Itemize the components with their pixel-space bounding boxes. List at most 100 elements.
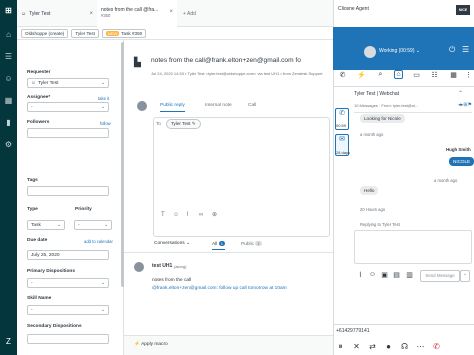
contacts-icon[interactable]: ☷ [430,71,439,79]
requester-field[interactable]: ☺ Tyler Test ⌄ [27,78,109,88]
primary-dispositions-field[interactable]: - ⌄ [27,278,109,288]
conference-icon[interactable]: ☊ [400,342,409,351]
message-bubble-incoming: Hello [360,186,379,195]
count-badge: 1 [218,241,225,246]
home-icon[interactable]: ⌂ [394,70,403,79]
divider [354,112,472,113]
user-icon: ☺ [21,10,27,17]
menu-icon[interactable]: ☰ [462,45,469,54]
mute-icon[interactable]: ✕ [352,342,361,351]
due-date-field[interactable]: July 25, 2020 [27,250,109,260]
follow-link[interactable]: follow [100,121,111,126]
close-icon[interactable]: × [169,9,173,15]
customers-icon[interactable]: ☺ [4,74,13,83]
tab-ticket-350[interactable]: notes from the call @fra... #350 × [97,0,177,27]
reply-composer[interactable] [153,117,330,237]
comment-author: test UH1 [152,263,173,269]
admin-gear-icon[interactable]: ⚙ [4,140,13,149]
secondary-dispositions-field[interactable] [27,334,109,344]
record-icon[interactable]: ● [384,342,393,351]
image-icon[interactable]: ▤ [392,271,401,279]
breadcrumb-org[interactable]: Oldshoppe (create) [21,28,69,38]
conversations-label[interactable]: Conversations ⌄ [154,241,190,246]
tab-bar: ☺ Tyler Test × notes from the call @fra.… [17,0,333,27]
message-time: a month ago [360,132,384,137]
comment-line: notes from the call [152,278,192,283]
filter-all[interactable]: All 1 [212,241,225,250]
send-message-button[interactable]: Send Message [420,270,460,282]
type-field[interactable]: Task ⌄ [27,220,65,230]
phone-icon[interactable]: ✆ [338,71,347,79]
secondary-dispositions-label: Secondary Dispositions [27,324,82,329]
hold-icon[interactable]: ⏸ [336,342,345,352]
edit-icon[interactable]: ✎ [192,121,196,126]
comment-time: (along) [174,264,187,269]
power-icon[interactable]: ⏻ [449,45,455,55]
filter-public[interactable]: Public 1 [241,241,262,247]
assignee-field[interactable]: - ⌄ [27,102,109,112]
skill-name-field[interactable]: - ⌄ [27,305,109,315]
tab-internal-note[interactable]: Internal note [205,103,232,108]
type-label: Type [27,207,38,212]
add-to-calendar-link[interactable]: add to calendar [84,239,113,244]
contact-name: Tyler Test | Webchat [354,91,400,97]
more-icon[interactable]: ⊕ [212,212,218,218]
take-it-link[interactable]: take it [98,96,109,101]
user-icon: ☺ [31,81,36,86]
views-icon[interactable]: ☰ [4,52,13,61]
grid-icon[interactable]: ▦ [449,71,458,79]
followers-field[interactable] [27,128,109,138]
chevron-down-icon: ⌄ [100,81,105,86]
divider [124,252,333,253]
add-tab-button[interactable]: + Add [179,0,219,27]
message-bubble-incoming: Looking for Nicole [360,114,405,123]
reporting-icon[interactable]: ▮ [4,118,13,127]
search-icon[interactable]: ⌕ [376,71,385,79]
zendesk-z-icon: Z [6,337,11,346]
close-icon[interactable]: × [89,11,93,17]
link-icon[interactable]: ∞ [199,212,205,218]
left-nav: ⊞ ⌂ ☰ ☺ ▦ ▮ ⚙ Z [0,0,17,355]
send-options-icon[interactable]: ▥ [405,271,414,279]
emoji-icon[interactable]: ☺ [173,212,179,218]
agent-status[interactable]: Working (00:59) ⌄ [379,48,420,54]
replying-to-label: Replying to Tyler Test [360,222,400,227]
more-icon[interactable]: ⋮ [464,71,473,79]
send-options-chevron-icon[interactable]: ⌄ [460,270,470,282]
priority-field[interactable]: - ⌄ [74,220,112,230]
breadcrumb-ticket[interactable]: NEW Task #350 [101,28,147,38]
chevron-down-icon: ⌄ [103,223,108,228]
breadcrumb: Oldshoppe (create) Tyler Test NEW Task #3… [17,27,333,40]
tab-public-reply[interactable]: Public reply [160,103,185,112]
attach-icon[interactable]: ⌇ [186,212,192,218]
tags-label: Tags [27,178,38,183]
attach-icon[interactable]: ⌇ [356,271,365,279]
chat-input[interactable] [354,230,472,264]
template-icon[interactable]: ▣ [380,271,389,279]
priority-label: Priority [75,207,92,212]
breadcrumb-user[interactable]: Tyler Test [71,28,99,38]
transfer-icon[interactable]: ⇄ [368,342,377,351]
assignee-label: Assignee* [27,95,51,100]
chevron-down-icon: ⌄ [56,223,61,228]
collapse-icon[interactable]: ⌃ [458,90,463,97]
avatar [364,46,376,58]
hangup-icon[interactable]: ✆ [432,342,441,351]
message-time: 20 Hours ago [360,207,386,212]
tab-call[interactable]: Call [248,103,256,108]
organizations-icon[interactable]: ▦ [4,96,13,105]
emoji-icon[interactable]: ☺ [368,271,377,278]
screen-icon[interactable]: ▭ [412,71,421,79]
conversation-actions-icons[interactable]: ◂▸⊞⚑ [458,102,472,108]
apply-macro-button[interactable]: ⚡ Apply macro [134,339,204,351]
recipient-chip[interactable]: Tyler Test ✎ [166,119,201,129]
skill-name-label: Skill Name [27,296,52,301]
home-icon[interactable]: ⌂ [4,30,13,39]
lightning-icon[interactable]: ⚡ [357,71,366,79]
tab-tyler-test[interactable]: ☺ Tyler Test × [17,0,97,27]
text-format-icon[interactable]: T [161,212,167,218]
count-badge: 1 [255,241,262,246]
ticket-title[interactable]: notes from the call@frank.elton+zen@gmai… [151,57,329,64]
keypad-icon[interactable]: ⋯ [416,342,425,351]
tags-field[interactable] [27,186,109,196]
